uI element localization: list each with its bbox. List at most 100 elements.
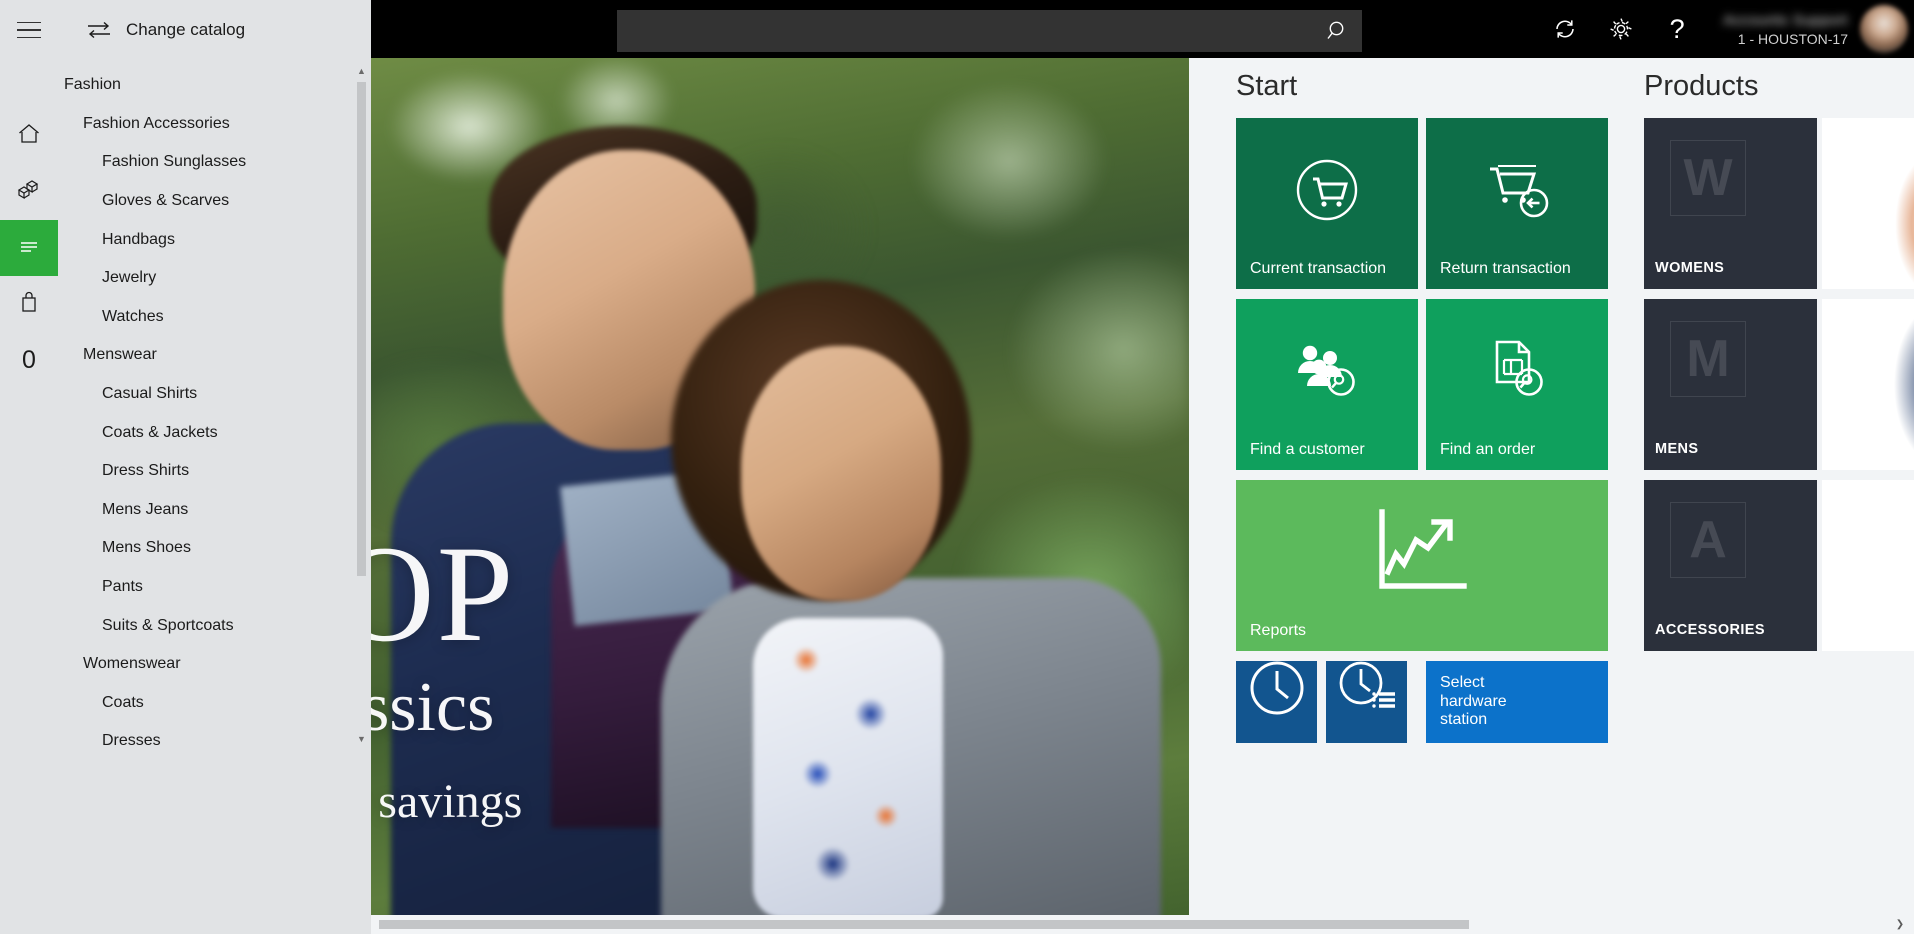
product-placeholder-letter: W xyxy=(1670,140,1746,216)
promotional-banner-image[interactable]: OP assics e savings xyxy=(371,58,1189,916)
cart-count-label: 0 xyxy=(22,345,36,374)
start-tile-label: Select hardware station xyxy=(1440,674,1507,729)
category-item[interactable]: Mens Shoes xyxy=(58,529,371,568)
start-tile-label: Find an order xyxy=(1440,440,1536,458)
start-tile[interactable]: Find an order xyxy=(1426,299,1608,470)
product-category-label: ACCESSORIES xyxy=(1655,622,1765,638)
user-name-label: Accounts Support xyxy=(1723,11,1848,29)
category-item[interactable]: Fashion Sunglasses xyxy=(58,143,371,182)
swap-icon xyxy=(86,20,112,40)
horizontal-scrollbar-thumb[interactable] xyxy=(379,920,1469,929)
help-icon[interactable]: ? xyxy=(1649,0,1705,58)
product-placeholder-letter: A xyxy=(1670,502,1746,578)
category-item[interactable]: Mens Jeans xyxy=(58,491,371,530)
start-tile[interactable]: Return transaction xyxy=(1426,118,1608,289)
scrollbar-track[interactable] xyxy=(352,82,371,728)
banner-artwork: OP assics e savings xyxy=(371,58,1189,916)
change-catalog-label: Change catalog xyxy=(126,20,246,39)
product-row: M MENS xyxy=(1644,299,1914,470)
hamburger-menu-icon[interactable] xyxy=(0,1,58,59)
woman-face xyxy=(741,346,941,601)
category-item[interactable]: Suits & Sportcoats xyxy=(58,606,371,645)
clock-list-icon xyxy=(1326,661,1407,715)
category-item[interactable]: Jewelry xyxy=(58,259,371,298)
product-category-tile[interactable]: M MENS xyxy=(1644,299,1817,470)
home-icon xyxy=(16,121,42,152)
product-category-label: MENS xyxy=(1655,441,1699,457)
sidebar-item-categories[interactable] xyxy=(0,220,58,276)
woman-scarf xyxy=(753,618,943,916)
start-tile[interactable] xyxy=(1236,661,1317,743)
cart-circle-icon xyxy=(1236,118,1418,261)
category-item[interactable]: Womenswear xyxy=(58,645,371,684)
sidebar-item-products[interactable] xyxy=(0,164,58,220)
shopping-bag-icon xyxy=(16,289,42,320)
start-tile-label: Reports xyxy=(1250,621,1307,639)
products-list: W WOMENS M MENS A ACCESSORIES xyxy=(1644,118,1914,651)
category-item[interactable]: Coats & Jackets xyxy=(58,413,371,452)
top-bar-actions: ? Accounts Support 1 - HOUSTON-17 xyxy=(1537,0,1914,58)
order-search-icon xyxy=(1426,299,1608,442)
category-item[interactable]: Coats xyxy=(58,684,371,723)
refresh-icon[interactable] xyxy=(1537,0,1593,58)
horizontal-scrollbar-track[interactable] xyxy=(371,915,1886,934)
scroll-up-arrow[interactable]: ▲ xyxy=(352,60,371,82)
product-category-tile[interactable]: W WOMENS xyxy=(1644,118,1817,289)
category-tree[interactable]: Fashion Fashion Accessories Fashion Sungla… xyxy=(58,60,371,934)
search-input[interactable] xyxy=(617,10,1314,52)
start-tile[interactable]: Reports xyxy=(1236,480,1608,651)
clock-icon xyxy=(1236,661,1317,715)
start-tile[interactable]: Find a customer xyxy=(1236,299,1418,470)
product-image-tile[interactable] xyxy=(1822,118,1914,289)
product-placeholder-letter: M xyxy=(1670,321,1746,397)
sidebar-item-bag[interactable] xyxy=(0,276,58,332)
search-icon[interactable] xyxy=(1314,10,1362,52)
start-section-title: Start xyxy=(1236,70,1298,102)
category-item[interactable]: Watches xyxy=(58,298,371,337)
products-section: Products W WOMENS M MENS A ACCESSORIES xyxy=(1644,58,1914,661)
sidebar-header: Change catalog xyxy=(0,0,371,60)
scroll-down-arrow[interactable]: ▼ xyxy=(352,728,371,750)
category-item[interactable]: Fashion Accessories xyxy=(58,105,371,144)
category-item[interactable]: Menswear xyxy=(58,336,371,375)
category-list: Fashion Fashion Accessories Fashion Sungla… xyxy=(58,60,371,761)
change-catalog-button[interactable]: Change catalog xyxy=(86,20,245,40)
start-tile-label: Return transaction xyxy=(1440,259,1571,277)
gear-icon[interactable] xyxy=(1593,0,1649,58)
category-item[interactable]: Fashion xyxy=(58,66,371,105)
category-item[interactable]: Dress Shirts xyxy=(58,452,371,491)
pos-application: Change catalog 0 Fashion Fashion Accesso… xyxy=(0,0,1914,934)
scrollbar-thumb[interactable] xyxy=(357,82,366,576)
sidebar-item-home[interactable] xyxy=(0,108,58,164)
help-label: ? xyxy=(1669,13,1685,44)
category-item[interactable]: Handbags xyxy=(58,220,371,259)
product-category-tile[interactable]: A ACCESSORIES xyxy=(1644,480,1817,651)
scroll-right-arrow[interactable]: ❯ xyxy=(1886,915,1914,934)
horizontal-scrollbar[interactable]: ❯ xyxy=(371,915,1914,934)
product-image-tile[interactable] xyxy=(1822,299,1914,470)
promotional-banner-panel: OP assics e savings xyxy=(371,58,1189,916)
product-row: A ACCESSORIES xyxy=(1644,480,1914,651)
user-info[interactable]: Accounts Support 1 - HOUSTON-17 xyxy=(1705,0,1860,58)
category-item[interactable]: Pants xyxy=(58,568,371,607)
product-image-tile[interactable] xyxy=(1822,480,1914,651)
top-bar: ? Accounts Support 1 - HOUSTON-17 xyxy=(371,0,1914,58)
products-section-title: Products xyxy=(1644,70,1759,102)
category-item[interactable]: Dresses xyxy=(58,722,371,761)
search-box[interactable] xyxy=(617,10,1362,52)
start-tile[interactable] xyxy=(1326,661,1407,743)
sidebar-vertical-scrollbar[interactable]: ▲ ▼ xyxy=(352,60,371,750)
products-icon xyxy=(16,177,42,208)
category-item[interactable]: Casual Shirts xyxy=(58,375,371,414)
avatar[interactable] xyxy=(1860,5,1908,53)
customer-search-icon xyxy=(1236,299,1418,442)
category-item[interactable]: Gloves & Scarves xyxy=(58,182,371,221)
chart-growth-icon xyxy=(1236,480,1608,623)
sidebar-icon-rail: 0 xyxy=(0,108,58,388)
product-row: W WOMENS xyxy=(1644,118,1914,289)
start-tile[interactable]: Current transaction xyxy=(1236,118,1418,289)
start-tile[interactable]: Select hardware station xyxy=(1426,661,1608,743)
categories-icon xyxy=(16,233,42,264)
user-station-label: 1 - HOUSTON-17 xyxy=(1737,30,1848,47)
sidebar-item-count[interactable]: 0 xyxy=(0,332,58,388)
